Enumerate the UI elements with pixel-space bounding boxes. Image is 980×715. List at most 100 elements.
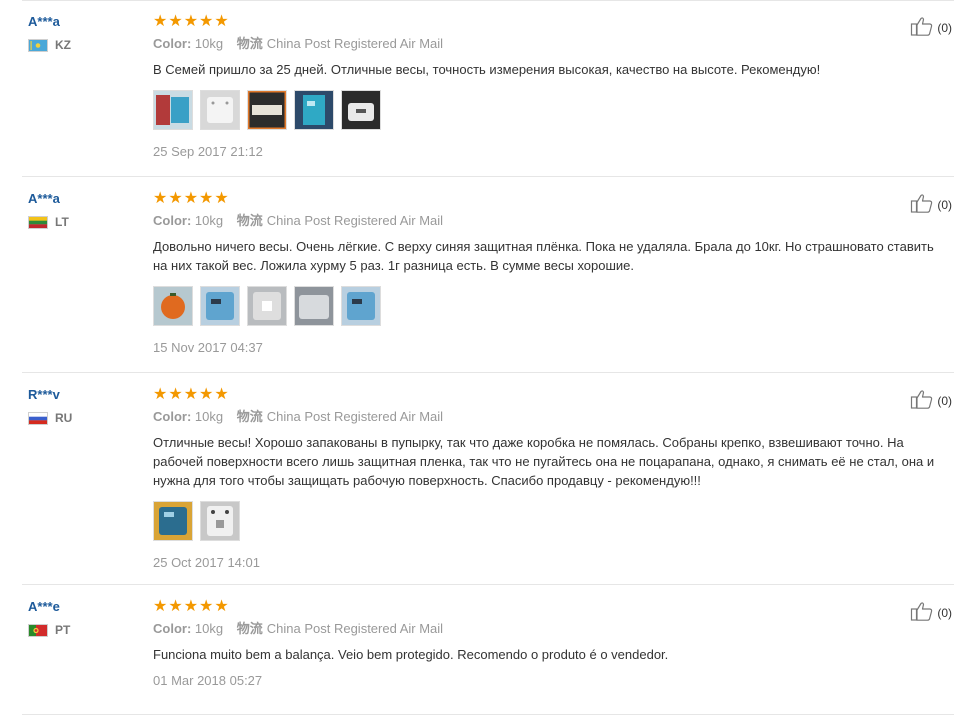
reviewer-name[interactable]: A***a: [28, 191, 138, 207]
shipping-label: 物流: [236, 621, 263, 636]
review-photo-thumbnail[interactable]: [341, 286, 381, 326]
star-icon: ★: [214, 190, 229, 207]
review-item: A***e PT ★ ★ ★ ★ ★ Color: 10kg 物流 China Post Reg…: [22, 585, 954, 715]
helpful-button[interactable]: (0): [910, 15, 952, 40]
star-icon: ★: [153, 598, 168, 615]
review-content: ★ ★ ★ ★ ★ Color: 10kg 物流 China Post Registered…: [153, 0, 943, 160]
country-flag-icon: [28, 215, 48, 229]
color-label: Color:: [153, 213, 192, 228]
review-photos: [153, 501, 943, 541]
shipping-value: China Post Registered Air Mail: [266, 36, 444, 51]
star-icon: ★: [199, 190, 214, 207]
helpful-count: (0): [937, 393, 952, 408]
star-icon: ★: [183, 386, 199, 403]
review-content: ★ ★ ★ ★ ★ Color: 10kg 物流 China Post Registered…: [153, 585, 943, 689]
reviewer-country: PT: [28, 623, 138, 637]
review-photo-thumbnail[interactable]: [294, 90, 334, 130]
order-info: Color: 10kg 物流 China Post Registered Air …: [153, 621, 943, 637]
color-value: 10kg: [194, 36, 224, 51]
star-icon: ★: [168, 386, 183, 403]
country-code: KZ: [55, 38, 71, 52]
reviewer-name[interactable]: A***a: [28, 14, 138, 30]
star-icon: ★: [153, 386, 168, 403]
review-photo-thumbnail[interactable]: [341, 90, 381, 130]
review-photo-thumbnail[interactable]: [200, 501, 240, 541]
reviewer-info: A***e PT: [28, 599, 138, 637]
review-item: A***a LT ★ ★ ★ ★ ★ Color: 10kg 物流 China Post Reg…: [22, 177, 954, 373]
helpful-button[interactable]: (0): [910, 600, 952, 625]
review-date: 01 Mar 2018 05:27: [153, 673, 263, 688]
shipping-value: China Post Registered Air Mail: [266, 409, 444, 424]
thumbs-up-icon: [910, 600, 934, 625]
star-icon: ★: [199, 13, 214, 30]
reviewer-country: LT: [28, 215, 138, 229]
star-rating: ★ ★ ★ ★ ★: [153, 598, 943, 616]
reviewer-country: RU: [28, 411, 138, 425]
star-icon: ★: [153, 13, 168, 30]
shipping-value: China Post Registered Air Mail: [266, 213, 444, 228]
review-content: ★ ★ ★ ★ ★ Color: 10kg 物流 China Post Registered…: [153, 373, 943, 571]
review-photo-thumbnail[interactable]: [153, 90, 193, 130]
review-text: В Семей пришло за 25 дней. Отличные весы…: [153, 62, 821, 77]
shipping-value: China Post Registered Air Mail: [266, 621, 444, 636]
helpful-button[interactable]: (0): [910, 388, 952, 413]
shipping-label: 物流: [236, 36, 263, 51]
review-item: R***v RU ★ ★ ★ ★ ★ Color: 10kg 物流 China Post Reg…: [22, 373, 954, 585]
star-icon: ★: [214, 386, 229, 403]
helpful-button[interactable]: (0): [910, 192, 952, 217]
review-feed: A***a KZ ★ ★ ★ ★ ★ Color: 10kg 物流 China Post Reg…: [0, 0, 980, 715]
review-text: Funciona muito bem a balança. Veio bem p…: [153, 647, 669, 662]
star-icon: ★: [199, 386, 214, 403]
review-photos: [153, 286, 943, 326]
review-content: ★ ★ ★ ★ ★ Color: 10kg 物流 China Post Registered…: [153, 177, 943, 356]
thumbs-up-icon: [910, 15, 934, 40]
star-icon: ★: [214, 598, 229, 615]
review-photo-thumbnail[interactable]: [153, 501, 193, 541]
review-photo-thumbnail[interactable]: [200, 90, 240, 130]
review-photo-thumbnail[interactable]: [247, 286, 287, 326]
review-photo-thumbnail[interactable]: [294, 286, 334, 326]
order-info: Color: 10kg 物流 China Post Registered Air …: [153, 409, 943, 425]
star-icon: ★: [168, 598, 183, 615]
color-value: 10kg: [194, 621, 224, 636]
country-code: LT: [55, 215, 69, 229]
review-date: 25 Sep 2017 21:12: [153, 144, 263, 159]
review-photo-thumbnail[interactable]: [153, 286, 193, 326]
review-photo-thumbnail[interactable]: [247, 90, 287, 130]
reviewer-info: A***a KZ: [28, 14, 138, 52]
star-icon: ★: [168, 190, 183, 207]
reviewer-name[interactable]: A***e: [28, 599, 138, 615]
color-label: Color:: [153, 36, 192, 51]
review-date: 15 Nov 2017 04:37: [153, 340, 263, 355]
star-icon: ★: [214, 13, 229, 30]
star-icon: ★: [168, 13, 183, 30]
thumbs-up-icon: [910, 192, 934, 217]
star-rating: ★ ★ ★ ★ ★: [153, 13, 943, 31]
star-icon: ★: [183, 598, 199, 615]
country-flag-icon: [28, 623, 48, 637]
star-rating: ★ ★ ★ ★ ★: [153, 386, 943, 404]
order-info: Color: 10kg 物流 China Post Registered Air …: [153, 36, 943, 52]
helpful-count: (0): [937, 197, 952, 212]
color-label: Color:: [153, 409, 192, 424]
star-icon: ★: [153, 190, 168, 207]
shipping-label: 物流: [236, 409, 263, 424]
country-flag-icon: [28, 38, 48, 52]
color-value: 10kg: [194, 213, 224, 228]
reviewer-country: KZ: [28, 38, 138, 52]
color-value: 10kg: [194, 409, 224, 424]
review-photo-thumbnail[interactable]: [200, 286, 240, 326]
reviewer-info: A***a LT: [28, 191, 138, 229]
reviewer-info: R***v RU: [28, 387, 138, 425]
review-date: 25 Oct 2017 14:01: [153, 555, 260, 570]
reviewer-name[interactable]: R***v: [28, 387, 138, 403]
helpful-count: (0): [937, 20, 952, 35]
country-code: RU: [55, 411, 73, 425]
review-item: A***a KZ ★ ★ ★ ★ ★ Color: 10kg 物流 China Post Reg…: [22, 0, 954, 177]
country-code: PT: [55, 623, 71, 637]
star-rating: ★ ★ ★ ★ ★: [153, 190, 943, 208]
color-label: Color:: [153, 621, 192, 636]
shipping-label: 物流: [236, 213, 263, 228]
review-text: Отличные весы! Хорошо запакованы в пупыр…: [153, 435, 935, 488]
star-icon: ★: [199, 598, 214, 615]
